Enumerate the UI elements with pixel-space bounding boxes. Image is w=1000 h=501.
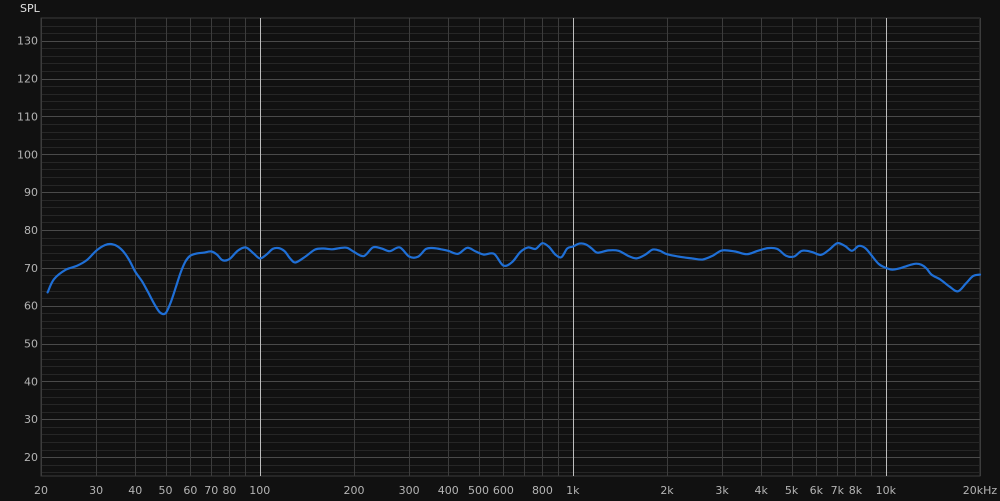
x-tick-label: 200 [344, 484, 365, 497]
x-tick-label: 8k [849, 484, 863, 497]
y-axis-label: SPL [20, 2, 41, 15]
x-tick-label: 4k [755, 484, 769, 497]
x-tick-label: 800 [532, 484, 553, 497]
x-tick-label: 300 [399, 484, 420, 497]
y-tick-label: 60 [24, 300, 38, 313]
y-tick-label: 80 [24, 224, 38, 237]
x-tick-label: 6k [810, 484, 824, 497]
x-tick-label: 7k [831, 484, 845, 497]
x-tick-label: 100 [249, 484, 270, 497]
x-tick-label: 80 [222, 484, 236, 497]
y-tick-label: 50 [24, 338, 38, 351]
y-tick-label: 30 [24, 413, 38, 426]
y-tick-label: 120 [17, 73, 38, 86]
x-tick-label: 30 [89, 484, 103, 497]
x-tick-label: 20kHz [963, 484, 998, 497]
x-tick-label: 3k [715, 484, 729, 497]
frequency-response-chart: 20 30 40 50 60 70 80 90 100 110 120 130 20 30 40 50 60 7… [0, 0, 1000, 501]
y-tick-label: 70 [24, 262, 38, 275]
x-tick-label: 5k [785, 484, 799, 497]
y-tick-label: 20 [24, 451, 38, 464]
y-tick-label: 100 [17, 148, 38, 161]
x-tick-label: 1k [566, 484, 580, 497]
x-tick-label: 2k [660, 484, 674, 497]
y-tick-label: 90 [24, 186, 38, 199]
y-tick-label: 130 [17, 35, 38, 48]
x-tick-label: 40 [128, 484, 142, 497]
x-tick-label: 70 [204, 484, 218, 497]
x-tick-label: 20 [34, 484, 48, 497]
y-tick-label: 40 [24, 375, 38, 388]
x-tick-label: 10k [876, 484, 897, 497]
x-tick-label: 600 [493, 484, 514, 497]
x-tick-label: 400 [438, 484, 459, 497]
x-tick-label: 50 [159, 484, 173, 497]
x-tick-label: 60 [183, 484, 197, 497]
y-tick-label: 110 [17, 110, 38, 123]
x-tick-label: 500 [468, 484, 489, 497]
